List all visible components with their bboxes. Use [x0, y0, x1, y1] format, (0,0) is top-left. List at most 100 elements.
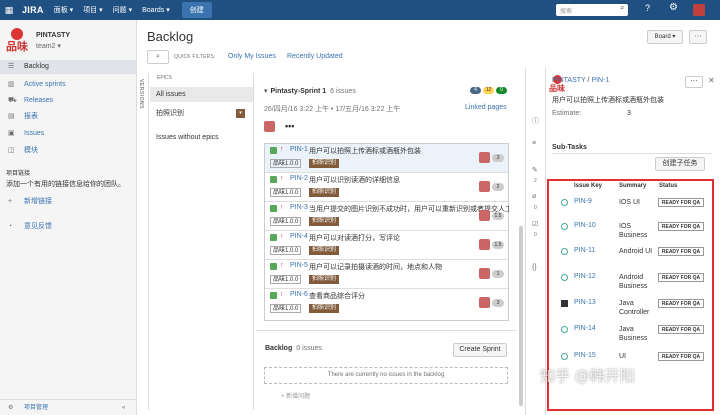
board-selector[interactable]: team2 ▾ [36, 42, 61, 50]
code-icon[interactable]: {} [532, 264, 537, 271]
info-icon[interactable]: ⓘ [532, 116, 539, 126]
issue-key[interactable]: PIN-4 [290, 233, 308, 240]
sprint-assignee-avatar[interactable] [264, 121, 275, 132]
issue-actions-button[interactable]: ··· [685, 76, 703, 88]
search-input[interactable]: 搜索 [556, 4, 628, 16]
subtask-key[interactable]: PIN-13 [574, 299, 596, 306]
backlog-empty-message: There are currently no issues in the bac… [264, 367, 508, 384]
epic-label[interactable]: 拍照识别 [309, 246, 340, 255]
sidebar-item-reports[interactable]: ▤ 报表 [0, 110, 136, 124]
subtask-row[interactable]: PIN-13 Java Controller READY FOR QA [551, 298, 712, 323]
versions-panel-tab[interactable]: VERSIONS [137, 73, 149, 410]
project-name[interactable]: PINTASTY [36, 32, 70, 39]
sidebar-item-backlog[interactable]: ☰ Backlog [0, 60, 136, 74]
project-admin-link[interactable]: ⚙ 项目管理 « [0, 399, 136, 415]
gear-icon[interactable]: ⚙ [669, 2, 678, 13]
subtask-row[interactable]: PIN-9 IOS UI READY FOR QA [551, 197, 712, 222]
issue-key[interactable]: PIN-6 [290, 291, 308, 298]
issue-row-pin-2[interactable]: ↑ PIN-2 用户可以识别读酒的详细信息 品味1.0.0 拍照识别 2 [265, 173, 508, 202]
create-button[interactable]: 创建 [181, 2, 212, 18]
sprint-actions-button[interactable]: ••• [285, 121, 294, 131]
description-icon[interactable]: ≡ [532, 140, 536, 147]
epic-item[interactable]: 拍照识别 ▾ [156, 107, 248, 120]
status-badge[interactable]: READY FOR QA [658, 299, 704, 308]
quick-filter-only-my-issues[interactable]: Only My Issues [228, 53, 276, 60]
search-icon[interactable]: ⌕ [620, 3, 624, 13]
issue-row-pin-5[interactable]: ↑ PIN-5 用户可以记录拍摄读酒的时间，地点和人物 品味1.0.0 拍照识别… [265, 260, 508, 289]
more-actions-button[interactable]: ··· [689, 30, 707, 44]
epic-label[interactable]: 拍照识别 [309, 275, 340, 284]
issue-row-pin-3[interactable]: ↑ PIN-3 当用户提交的图片识别不成功时，用户可以重新识别或者提交人工 品味… [265, 202, 509, 231]
subtask-key[interactable]: PIN-12 [574, 273, 596, 280]
scrollbar[interactable] [519, 226, 523, 406]
status-badge-todo: 4 [470, 87, 481, 94]
subtask-row[interactable]: PIN-12 Android Business READY FOR QA [551, 272, 712, 297]
status-badge[interactable]: READY FOR QA [658, 222, 704, 231]
backlog-icon: ☰ [8, 63, 15, 70]
nav-dashboards[interactable]: 面板 ▾ [54, 5, 73, 15]
epic-label[interactable]: 拍照识别 [309, 304, 340, 313]
sidebar-item-active-sprints[interactable]: ▥ Active sprints [0, 78, 136, 92]
subtask-key[interactable]: PIN-10 [574, 222, 596, 229]
status-badge[interactable]: READY FOR QA [658, 198, 704, 207]
epic-label[interactable]: 拍照识别 [309, 217, 340, 226]
chevron-down-icon[interactable]: ▾ [264, 88, 268, 95]
epic-filter-all-issues[interactable]: All issues [150, 87, 253, 102]
status-badge[interactable]: READY FOR QA [658, 273, 704, 282]
grid-icon[interactable]: ▦ [2, 5, 16, 16]
sidebar-item-releases[interactable]: ⛟ Releases [0, 94, 136, 108]
subtask-row[interactable]: PIN-10 IOS Business READY FOR QA [551, 221, 712, 246]
sprint-header[interactable]: ▾ Pintasty-Sprint 16 issues [264, 87, 356, 95]
user-avatar[interactable] [693, 4, 705, 16]
breadcrumb-issue-key[interactable]: PIN-1 [591, 77, 609, 84]
fix-version-label: 品味1.0.0 [270, 304, 302, 313]
feedback-link[interactable]: ◔ 意见反馈 [0, 221, 52, 233]
project-logo[interactable]: 品味 [6, 28, 30, 54]
subtask-row[interactable]: PIN-11 Android UI READY FOR QA [551, 246, 712, 271]
comment-icon[interactable]: ✎ [532, 166, 538, 174]
help-icon[interactable]: ? [645, 3, 650, 13]
epic-label[interactable]: 拍照识别 [309, 159, 340, 168]
jira-logo[interactable]: JIRA [22, 5, 44, 15]
status-badge[interactable]: READY FOR QA [658, 352, 704, 361]
subtask-icon[interactable]: ☑ [532, 220, 538, 228]
nav-boards[interactable]: Boards ▾ [142, 6, 170, 14]
add-issue-button[interactable]: + 新增问题 [281, 391, 310, 400]
add-link-button[interactable]: + 新增链接 [0, 196, 52, 208]
sidebar-item-issues[interactable]: ▣ Issues [0, 127, 136, 141]
sidebar-item-components[interactable]: ◫ 模块 [0, 144, 136, 158]
chevron-down-icon[interactable]: ▾ [236, 109, 245, 118]
breadcrumb-project[interactable]: PINTASTY [552, 77, 586, 84]
issue-row-pin-1[interactable]: ↑ PIN-1 用户可以拍照上传酒标或酒瓶外包装 品味1.0.0 拍照识别 3 [265, 144, 508, 173]
subtask-key[interactable]: PIN-14 [574, 325, 596, 332]
issue-title[interactable]: 用户可以拍照上传酒标或酒瓶外包装 [552, 95, 664, 105]
sidebar-item-label: 报表 [24, 113, 38, 120]
issue-row-pin-6[interactable]: ↑ PIN-6 查看商品综合评分 品味1.0.0 拍照识别 3 [265, 289, 508, 318]
issue-row-pin-4[interactable]: ↑ PIN-4 用户可以对读酒打分，写评论 品味1.0.0 拍照识别 1.5 [265, 231, 508, 260]
status-badge[interactable]: READY FOR QA [658, 247, 704, 256]
close-icon[interactable]: ✕ [708, 76, 715, 85]
epic-label[interactable]: 拍照识别 [309, 188, 340, 197]
board-menu-button[interactable]: Board ▾ [647, 30, 683, 44]
estimate-value[interactable]: 3 [627, 110, 631, 117]
issue-key[interactable]: PIN-3 [290, 204, 308, 211]
releases-icon: ⛟ [8, 97, 17, 104]
status-badge[interactable]: READY FOR QA [658, 325, 704, 334]
backlog-search-button[interactable]: ⌕ [147, 50, 169, 64]
create-subtask-button[interactable]: 创建子任务 [655, 157, 705, 171]
subtask-key[interactable]: PIN-11 [574, 247, 595, 254]
subtask-row[interactable]: PIN-14 Java Business READY FOR QA [551, 324, 712, 349]
subtask-key[interactable]: PIN-9 [574, 198, 592, 205]
issue-key[interactable]: PIN-1 [290, 146, 308, 153]
epic-filter-without-epics[interactable]: Issues without epics [156, 134, 219, 141]
nav-issues[interactable]: 问题 ▾ [113, 5, 132, 15]
collapse-sidebar-icon[interactable]: « [122, 400, 125, 415]
nav-projects[interactable]: 项目 ▾ [83, 5, 102, 15]
subtask-key[interactable]: PIN-15 [574, 352, 596, 359]
issue-key[interactable]: PIN-5 [290, 262, 308, 269]
issue-key[interactable]: PIN-2 [290, 175, 308, 182]
attachment-icon[interactable]: ⌀ [532, 192, 536, 200]
create-sprint-button[interactable]: Create Sprint [453, 343, 507, 357]
quick-filter-recently-updated[interactable]: Recently Updated [287, 53, 343, 60]
linked-pages-link[interactable]: Linked pages [465, 104, 507, 111]
